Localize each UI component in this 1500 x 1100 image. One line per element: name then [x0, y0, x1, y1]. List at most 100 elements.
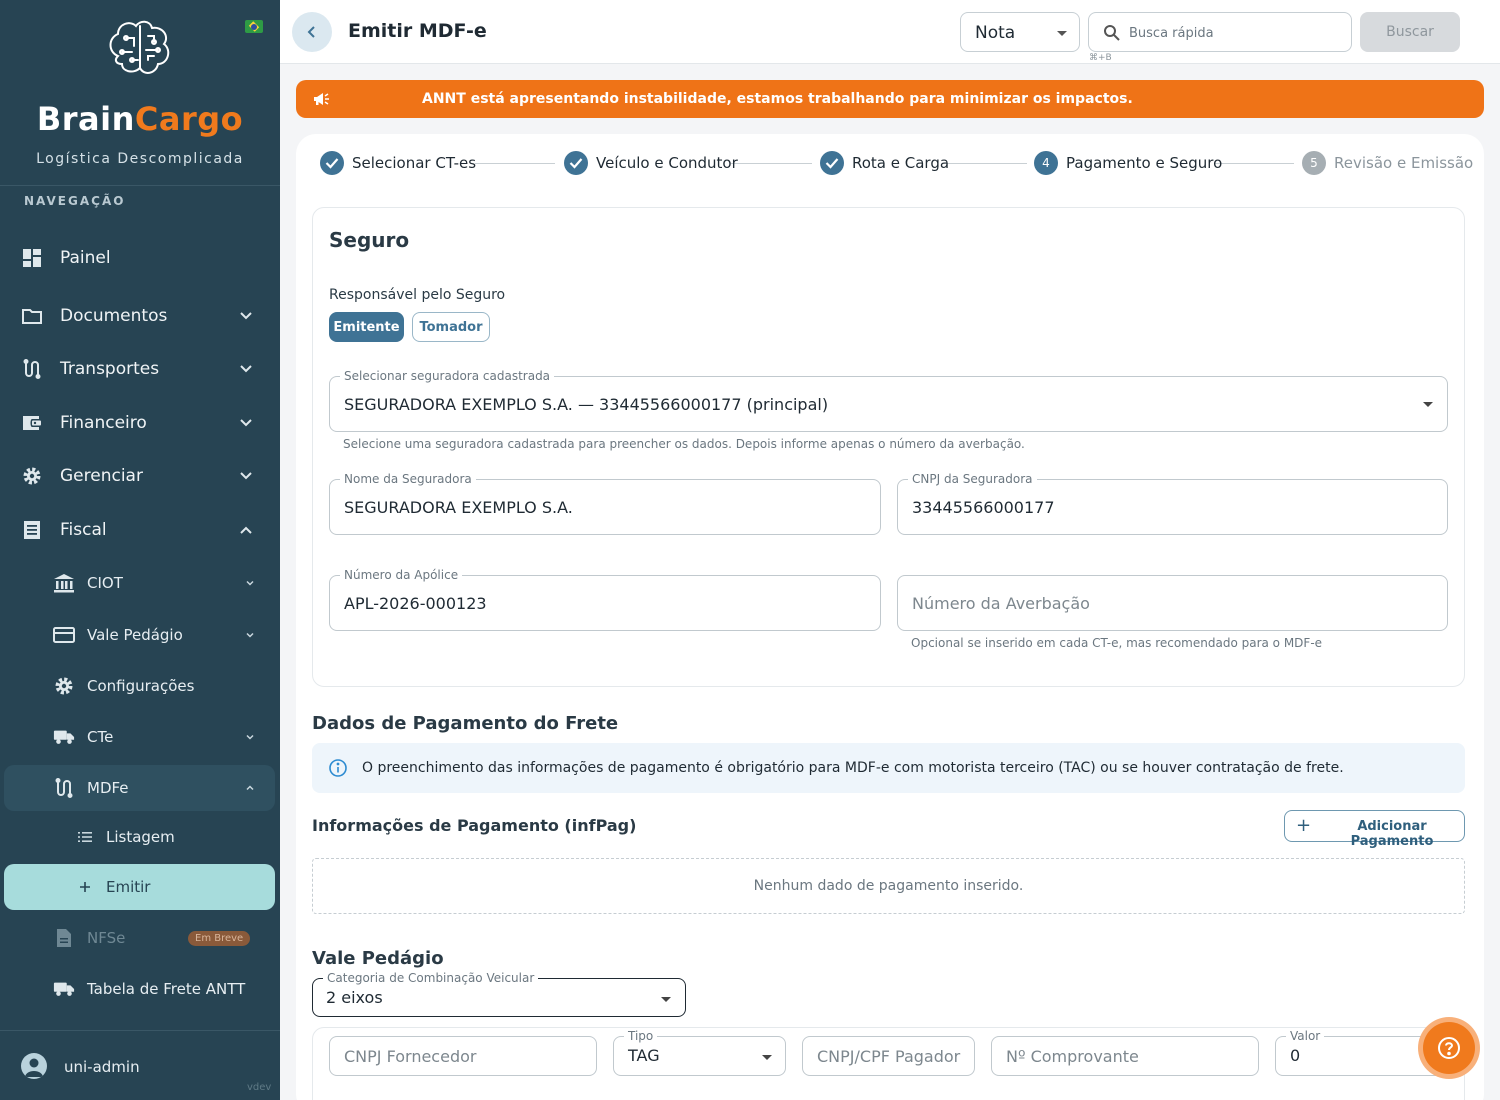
step-2[interactable]: Veículo e Condutor	[564, 150, 738, 176]
categoria-veicular-select[interactable]: Categoria de Combinação Veicular 2 eixos	[312, 971, 686, 1017]
sidebar: BrainCargo Logística Descomplicada NAVEG…	[0, 0, 280, 1100]
payments-empty-state: Nenhum dado de pagamento inserido.	[312, 858, 1465, 914]
sidebar-item-financeiro[interactable]: Financeiro	[0, 400, 280, 446]
add-payment-button[interactable]: + Adicionar Pagamento	[1284, 810, 1465, 849]
bank-icon	[53, 572, 75, 594]
dropdown-arrow-icon	[661, 997, 671, 1002]
plus-icon	[77, 879, 93, 895]
sidebar-item-painel[interactable]: Painel	[0, 235, 280, 281]
field-label: Nome da Seguradora	[340, 472, 476, 486]
field-placeholder: CNPJ Fornecedor	[344, 1047, 477, 1066]
step-label: Revisão e Emissão	[1334, 154, 1474, 172]
document-type-select[interactable]: Nota	[960, 12, 1080, 52]
tipo-select[interactable]: Tipo TAG	[613, 1029, 786, 1076]
dashboard-icon	[22, 248, 42, 268]
brain-logo-icon	[109, 20, 170, 74]
sidebar-subitem-mdfe[interactable]: MDFe	[4, 765, 275, 811]
sidebar-item-label: Transportes	[60, 359, 160, 379]
chevron-left-icon	[307, 26, 315, 38]
user-profile[interactable]: uni-admin vdev	[0, 1030, 280, 1100]
sidebar-item-label: Documentos	[60, 306, 168, 326]
topbar: Emitir MDF-e Nota ⌘+B Buscar	[280, 0, 1500, 64]
question-circle-icon	[1438, 1037, 1460, 1059]
dropdown-arrow-icon	[1057, 31, 1067, 36]
emitente-toggle[interactable]: Emitente	[329, 312, 404, 342]
check-icon	[820, 151, 844, 175]
cnpj-pagador-field[interactable]: CNPJ/CPF Pagador	[802, 1036, 975, 1076]
empty-state-text: Nenhum dado de pagamento inserido.	[753, 878, 1024, 894]
receipt-icon	[22, 520, 42, 540]
search-button[interactable]: Buscar	[1360, 12, 1460, 52]
field-value: APL-2026-000123	[344, 594, 487, 613]
sidebar-leaf-label: Emitir	[106, 878, 151, 896]
comprovante-field[interactable]: Nº Comprovante	[991, 1036, 1259, 1076]
back-button[interactable]	[292, 12, 332, 52]
coming-soon-badge: Em Breve	[188, 930, 251, 946]
info-icon	[329, 759, 347, 777]
seguro-card: Seguro Responsável pelo Seguro Emitente …	[312, 207, 1465, 687]
page-title: Emitir MDF-e	[348, 20, 487, 42]
vale-pedagio-card: CNPJ Fornecedor Tipo TAG CNPJ/CPF Pagado…	[312, 1027, 1465, 1100]
sidebar-subitem-label: Tabela de Frete ANTT	[87, 980, 246, 998]
quick-search[interactable]	[1088, 12, 1352, 52]
field-label: CNPJ da Seguradora	[908, 472, 1037, 486]
chevron-down-icon	[246, 580, 254, 586]
numero-averbacao-field[interactable]: Número da Averbação	[897, 575, 1448, 631]
document-icon	[53, 927, 75, 949]
sidebar-subitem-tabela-frete[interactable]: Tabela de Frete ANTT	[0, 967, 280, 1011]
step-1[interactable]: Selecionar CT-es	[320, 150, 476, 176]
sidebar-subitem-vale-pedagio[interactable]: Vale Pedágio	[0, 613, 280, 657]
sidebar-leaf-listagem[interactable]: Listagem	[0, 815, 280, 859]
sidebar-item-label: Financeiro	[60, 413, 147, 433]
sidebar-item-label: Painel	[60, 248, 111, 268]
averbacao-help-text: Opcional se inserido em cada CT-e, mas r…	[911, 636, 1323, 650]
chevron-down-icon	[246, 734, 254, 740]
step-label: Veículo e Condutor	[596, 154, 738, 172]
cnpj-fornecedor-field[interactable]: CNPJ Fornecedor	[329, 1036, 597, 1076]
cnpj-seguradora-field[interactable]: CNPJ da Seguradora 33445566000177	[897, 472, 1448, 535]
step-4[interactable]: 4 Pagamento e Seguro	[1034, 150, 1222, 176]
field-placeholder: CNPJ/CPF Pagador	[817, 1047, 961, 1066]
sidebar-subitem-label: Configurações	[87, 677, 195, 695]
truck-icon	[53, 726, 75, 748]
nome-seguradora-field[interactable]: Nome da Seguradora SEGURADORA EXEMPLO S.…	[329, 472, 881, 535]
sidebar-item-fiscal[interactable]: Fiscal	[0, 507, 280, 553]
step-3[interactable]: Rota e Carga	[820, 150, 949, 176]
dropdown-arrow-icon	[762, 1055, 772, 1060]
sidebar-subitem-label: MDFe	[87, 779, 129, 797]
seguradora-select[interactable]: Selecionar seguradora cadastrada SEGURAD…	[329, 369, 1448, 432]
warning-banner-text: ANNT está apresentando instabilidade, es…	[422, 91, 1133, 107]
sidebar-item-documentos[interactable]: Documentos	[0, 293, 280, 339]
sidebar-subitem-label: CIOT	[87, 574, 123, 592]
chevron-down-icon	[240, 312, 252, 320]
step-5[interactable]: 5 Revisão e Emissão	[1302, 150, 1473, 176]
step-connector	[1214, 163, 1294, 164]
tomador-toggle[interactable]: Tomador	[412, 312, 490, 342]
step-number: 4	[1034, 151, 1058, 175]
sidebar-item-gerenciar[interactable]: Gerenciar	[0, 453, 280, 499]
pagamento-info-box: O preenchimento das informações de pagam…	[312, 743, 1465, 793]
field-value: SEGURADORA EXEMPLO S.A. — 33445566000177…	[344, 395, 829, 414]
infpag-title: Informações de Pagamento (infPag)	[312, 816, 637, 835]
field-label: Número da Apólice	[340, 568, 463, 582]
field-placeholder: Número da Averbação	[912, 594, 1090, 613]
credit-card-icon	[53, 624, 75, 646]
sidebar-leaf-emitir[interactable]: Emitir	[4, 864, 275, 910]
field-label: Tipo	[624, 1029, 658, 1043]
app-version: vdev	[247, 1082, 272, 1093]
sidebar-item-transportes[interactable]: Transportes	[0, 346, 280, 392]
search-input[interactable]	[1129, 23, 1339, 43]
brazil-flag-icon[interactable]	[245, 20, 263, 33]
list-icon	[77, 829, 93, 845]
search-icon	[1104, 25, 1120, 41]
plus-icon: +	[1296, 815, 1312, 836]
step-label: Selecionar CT-es	[352, 154, 477, 172]
field-value: 0	[1290, 1046, 1301, 1065]
megaphone-icon	[314, 93, 329, 105]
avatar	[21, 1053, 47, 1079]
help-fab[interactable]	[1418, 1017, 1480, 1079]
numero-apolice-field[interactable]: Número da Apólice APL-2026-000123	[329, 568, 881, 631]
sidebar-subitem-configuracoes[interactable]: Configurações	[0, 664, 280, 708]
sidebar-subitem-cte[interactable]: CTe	[0, 715, 280, 759]
sidebar-subitem-ciot[interactable]: CIOT	[0, 561, 280, 605]
